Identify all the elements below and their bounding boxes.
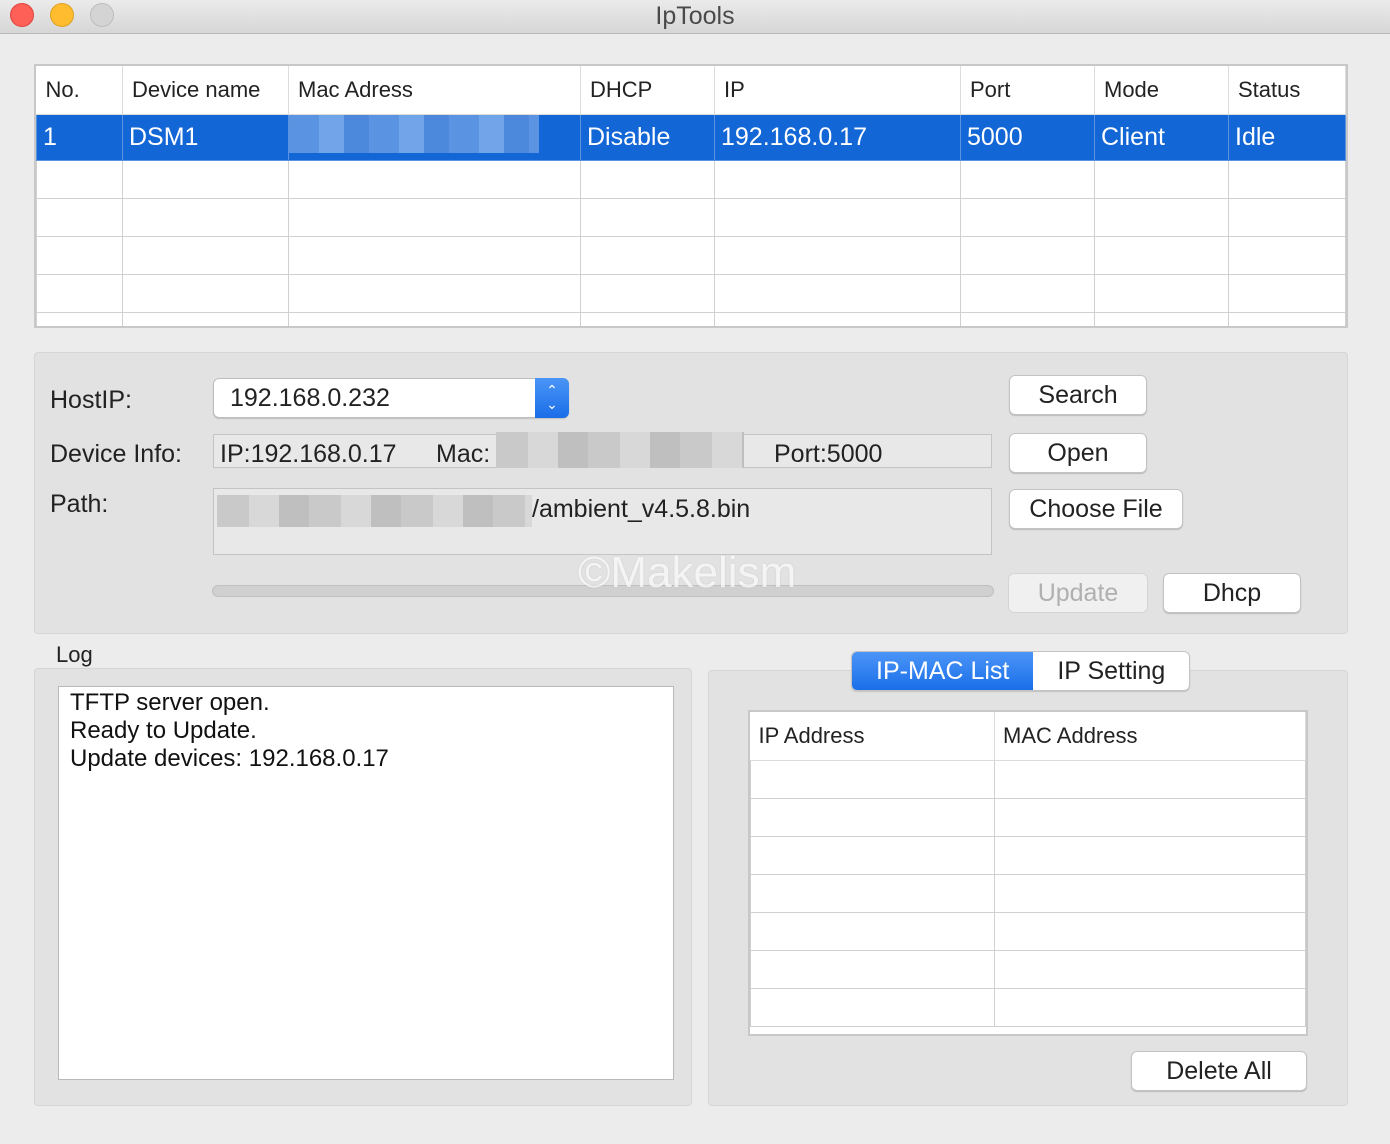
update-button[interactable]: Update: [1008, 573, 1148, 613]
cell-device-name: DSM1: [122, 113, 289, 161]
table-row-empty[interactable]: [750, 987, 1306, 1027]
log-label: Log: [56, 642, 93, 667]
device-info-mac-label: Mac:: [436, 440, 491, 468]
column-header-ip-address[interactable]: IP Address: [750, 712, 995, 761]
log-line: Update devices: 192.168.0.17: [70, 745, 389, 772]
table-row-empty[interactable]: [750, 835, 1306, 875]
column-header-mode[interactable]: Mode: [1094, 66, 1229, 115]
log-line: TFTP server open.: [70, 689, 270, 716]
choose-file-button[interactable]: Choose File: [1009, 489, 1183, 529]
device-table-header: No. Device name Mac Adress DHCP IP Port …: [36, 66, 1346, 115]
cell-no: 1: [36, 113, 123, 161]
redacted-mac-blur: [289, 115, 539, 153]
device-info-field: IP:192.168.0.17 Mac: Port:5000: [213, 432, 992, 468]
ip-mac-table[interactable]: IP Address MAC Address: [748, 710, 1308, 1036]
column-header-status[interactable]: Status: [1228, 66, 1346, 115]
table-row-empty[interactable]: [36, 159, 1346, 199]
cell-port: 5000: [960, 113, 1095, 161]
search-button[interactable]: Search: [1009, 375, 1147, 415]
table-row-empty[interactable]: [36, 311, 1346, 326]
log-line: Ready to Update.: [70, 717, 257, 744]
cell-status: Idle: [1228, 113, 1346, 161]
tab-switcher[interactable]: IP-MAC List IP Setting: [851, 651, 1191, 691]
column-header-mac[interactable]: Mac Adress: [288, 66, 581, 115]
open-button[interactable]: Open: [1009, 433, 1147, 473]
ip-mac-table-header: IP Address MAC Address: [750, 712, 1306, 761]
device-info-port: Port:5000: [774, 440, 883, 468]
cell-dhcp: Disable: [580, 113, 715, 161]
redacted-path-blur: [217, 495, 532, 527]
tab-ip-mac-list[interactable]: IP-MAC List: [852, 652, 1034, 690]
table-row-empty[interactable]: [36, 235, 1346, 275]
delete-all-button[interactable]: Delete All: [1131, 1051, 1307, 1091]
table-row-empty[interactable]: [750, 949, 1306, 989]
host-ip-label: HostIP:: [50, 386, 132, 414]
column-header-mac-address[interactable]: MAC Address: [994, 712, 1306, 761]
table-row-empty[interactable]: [750, 873, 1306, 913]
table-row-empty[interactable]: [36, 197, 1346, 237]
table-row[interactable]: 1 DSM1 Disable 192.168.0.17 5000 Client …: [36, 113, 1346, 161]
device-info-ip: IP:192.168.0.17: [220, 440, 397, 468]
path-field[interactable]: /ambient_v4.5.8.bin: [213, 488, 992, 555]
device-info-label: Device Info:: [50, 440, 183, 468]
column-header-dhcp[interactable]: DHCP: [580, 66, 715, 115]
updown-chevron-icon[interactable]: ⌃ ⌄: [535, 378, 569, 418]
column-header-device-name[interactable]: Device name: [122, 66, 289, 115]
watermark: ©Makelism: [578, 548, 797, 597]
device-table[interactable]: No. Device name Mac Adress DHCP IP Port …: [34, 64, 1348, 328]
host-ip-select[interactable]: 192.168.0.232 ⌃ ⌄: [213, 378, 569, 418]
cell-mac-redacted: [288, 113, 581, 161]
path-label: Path:: [50, 490, 109, 518]
title-bar: IpTools: [0, 0, 1390, 34]
column-header-port[interactable]: Port: [960, 66, 1095, 115]
window-title: IpTools: [655, 2, 735, 30]
cell-ip: 192.168.0.17: [714, 113, 961, 161]
redacted-mac-blur: [496, 432, 744, 468]
cell-mode: Client: [1094, 113, 1229, 161]
table-row-empty[interactable]: [36, 273, 1346, 313]
dhcp-button[interactable]: Dhcp: [1163, 573, 1301, 613]
table-row-empty[interactable]: [750, 797, 1306, 837]
column-header-no[interactable]: No.: [36, 66, 123, 115]
column-header-ip[interactable]: IP: [714, 66, 961, 115]
table-row-empty[interactable]: [750, 759, 1306, 799]
table-row-empty[interactable]: [750, 911, 1306, 951]
path-value: /ambient_v4.5.8.bin: [532, 495, 751, 523]
log-textarea[interactable]: TFTP server open. Ready to Update. Updat…: [58, 686, 674, 1080]
tab-ip-setting[interactable]: IP Setting: [1033, 652, 1189, 690]
host-ip-value: 192.168.0.232: [230, 384, 390, 412]
